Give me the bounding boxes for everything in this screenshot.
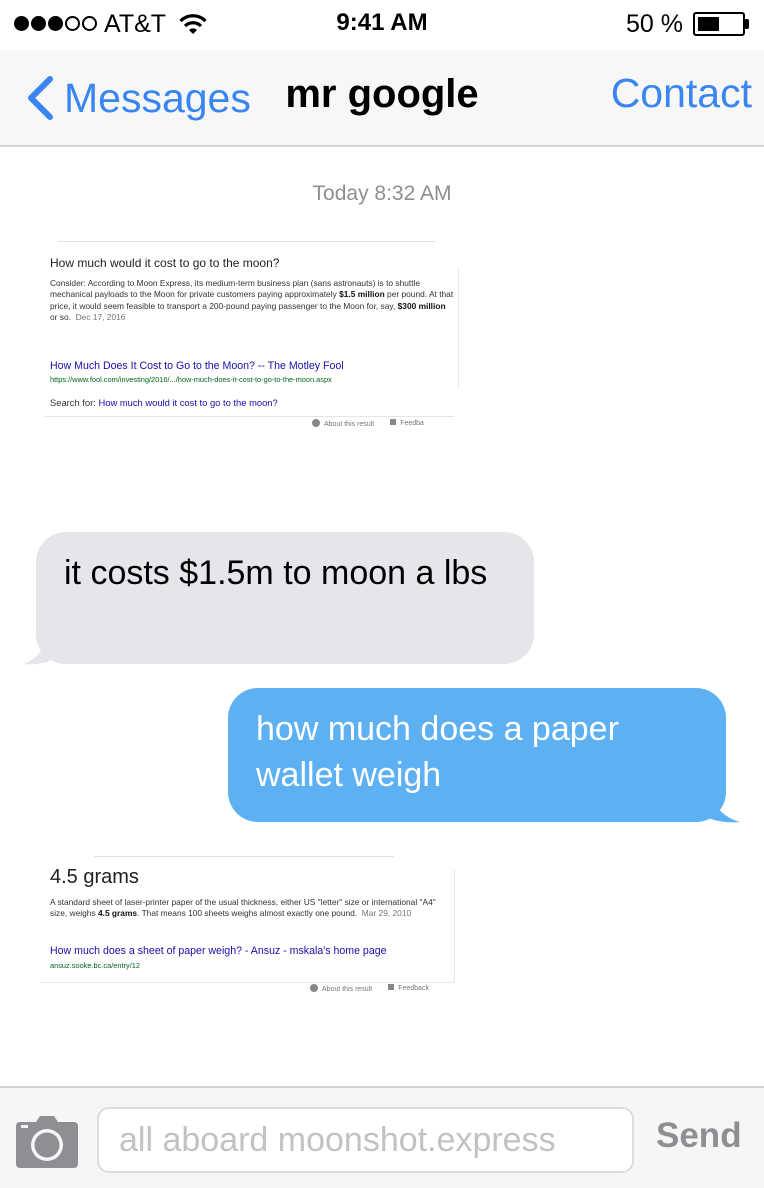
- feedback-label: Feedback: [398, 985, 429, 992]
- featured-answer: 4.5 grams: [50, 866, 139, 888]
- battery-icon: [693, 12, 745, 36]
- result-question: How much would it cost to go to the moon…: [50, 256, 280, 270]
- result-link[interactable]: How Much Does It Cost to Go to the Moon?…: [50, 360, 344, 372]
- result-link[interactable]: How much does a sheet of paper weigh? - …: [50, 945, 387, 957]
- message-composer: Send: [0, 1086, 764, 1188]
- battery-tip: [745, 19, 749, 29]
- feedback-label: Feedba: [400, 420, 424, 427]
- divider: [58, 241, 436, 242]
- feedback-icon: [388, 984, 395, 990]
- divider: [458, 268, 459, 388]
- snippet-text: . That means 100 sheets weighs almost ex…: [137, 908, 358, 919]
- snippet-highlight: 4.5 grams: [97, 908, 138, 919]
- about-label: About this result: [322, 986, 373, 993]
- result-snippet: A standard sheet of laser-printer paper …: [50, 897, 454, 920]
- divider: [94, 856, 394, 857]
- result-date: Dec 17, 2016: [75, 312, 126, 323]
- feedback-icon: [390, 419, 397, 425]
- snippet-highlight: $1.5 million: [339, 289, 385, 300]
- divider: [454, 870, 455, 982]
- search-for-query[interactable]: How much would it cost to go to the moon…: [98, 397, 277, 408]
- divider: [40, 982, 454, 983]
- battery-level: [698, 17, 719, 31]
- result-url: ansuz.sooke.bc.ca/entry/12: [50, 961, 140, 970]
- search-result-image-2[interactable]: 4.5 grams A standard sheet of laser-prin…: [34, 854, 458, 996]
- result-url: https://www.fool.com/investing/2016/.../…: [50, 375, 332, 384]
- message-timestamp: Today 8:32 AM: [312, 182, 452, 205]
- info-icon: [310, 984, 318, 992]
- status-bar: AT&T 9:41 AM 50 %: [0, 0, 764, 50]
- search-result-image-1[interactable]: How much would it cost to go to the moon…: [34, 238, 462, 432]
- snippet-highlight: $300 million: [397, 300, 446, 311]
- nav-bar: Messages mr google Contact: [0, 50, 764, 147]
- snippet-text: or so.: [50, 312, 71, 323]
- about-label: About this result: [324, 421, 375, 428]
- send-button[interactable]: Send: [656, 1116, 742, 1156]
- message-input[interactable]: [97, 1107, 634, 1173]
- incoming-message-bubble[interactable]: it costs $1.5m to moon a lbs: [36, 532, 534, 664]
- camera-icon[interactable]: [16, 1116, 78, 1168]
- result-date: Mar 29, 2010: [361, 908, 412, 919]
- battery-percent: 50 %: [626, 10, 683, 38]
- result-footer: About this result Feedback: [310, 984, 429, 993]
- contact-button[interactable]: Contact: [611, 70, 752, 117]
- about-result-link[interactable]: About this result: [312, 419, 374, 428]
- feedback-link[interactable]: Feedback: [388, 984, 429, 993]
- feedback-link[interactable]: Feedba: [390, 419, 424, 428]
- result-snippet: Consider: According to Moon Express, its…: [50, 278, 454, 324]
- divider: [44, 416, 454, 417]
- about-result-link[interactable]: About this result: [310, 984, 372, 993]
- result-footer: About this result Feedba: [312, 419, 424, 428]
- outgoing-message-bubble[interactable]: how much does a paper wallet weigh: [228, 688, 726, 822]
- search-for-line: Search for: How much would it cost to go…: [50, 397, 278, 408]
- info-icon: [312, 419, 320, 427]
- search-for-label: Search for:: [50, 397, 96, 408]
